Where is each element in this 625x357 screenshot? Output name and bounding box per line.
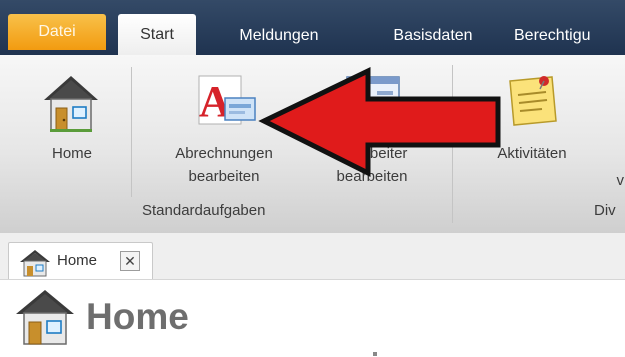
house-icon <box>14 288 76 346</box>
tab-start[interactable]: Start <box>118 14 196 55</box>
close-tab-button[interactable]: ✕ <box>120 251 140 271</box>
tab-datei[interactable]: Datei <box>8 14 106 50</box>
group-label-div: Div <box>594 202 616 219</box>
tab-basisdaten[interactable]: Basisdaten <box>366 16 500 55</box>
ribbon-separator <box>131 67 132 197</box>
application-window: Datei Start Meldungen Basisdaten Berecht… <box>0 0 625 357</box>
ribbon-tab-bar: Datei Start Meldungen Basisdaten Berecht… <box>0 0 625 55</box>
red-arrow-annotation <box>250 63 508 181</box>
tab-berechtigungen[interactable]: Berechtigu <box>514 16 625 55</box>
house-icon <box>40 72 102 132</box>
group-label-standardaufgaben: Standardaufgaben <box>142 202 266 219</box>
tab-meldungen[interactable]: Meldungen <box>212 16 346 55</box>
divider-mark <box>373 352 377 356</box>
doc-tab-home[interactable]: Home ✕ <box>8 242 153 280</box>
house-icon <box>19 249 51 277</box>
document-tab-strip: Home ✕ <box>0 233 625 280</box>
sticky-note-pin-icon <box>502 71 562 131</box>
partial-label-v: v <box>616 172 625 189</box>
page-title: Home <box>86 296 189 337</box>
home-button-label: Home <box>51 145 92 162</box>
page-header: Home <box>0 279 625 357</box>
doc-tab-label: Home <box>57 252 98 269</box>
